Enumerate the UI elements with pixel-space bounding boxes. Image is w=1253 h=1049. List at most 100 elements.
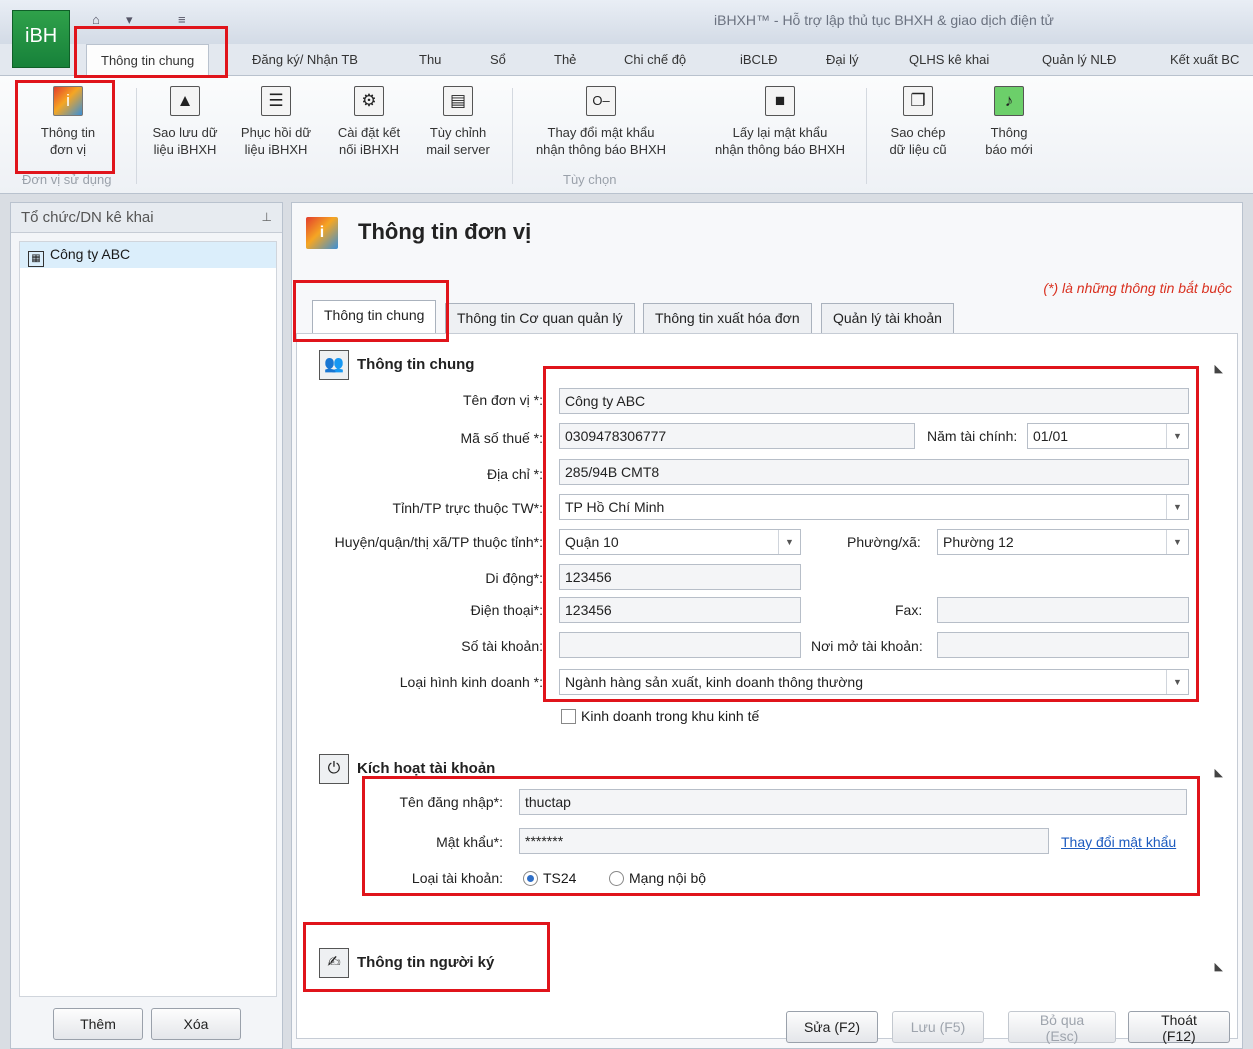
account-type-label: Loại tài khoản: (411, 870, 503, 886)
edit-button[interactable]: Sửa (F2) (786, 1011, 878, 1043)
ribbon-tab-register[interactable]: Đăng ký/ Nhận TB (252, 52, 358, 67)
unit-info-panel: i Thông tin đơn vị (*) là những thông ti… (291, 202, 1243, 1049)
chevron-down-icon: ▼ (1166, 495, 1188, 519)
lock-icon: ■ (765, 86, 795, 116)
account-type-intranet-radio[interactable]: Mạng nội bộ (609, 870, 706, 886)
ribbon-panel: i Thông tin đơn vị ▲ Sao lưu dữ liệu iBH… (0, 76, 1253, 194)
ribbon-tab-ket-xuat[interactable]: Kết xuất BC (1170, 52, 1239, 67)
business-type-select[interactable]: Ngành hàng sản xuất, kinh doanh thông th… (559, 669, 1189, 695)
group-separator (512, 88, 513, 184)
app-logo-button[interactable]: iBH (12, 10, 70, 68)
collapse-icon[interactable]: ◣ (1215, 362, 1223, 375)
ribbon-tab-quan-ly-nld[interactable]: Quản lý NLĐ (1042, 52, 1116, 67)
home-icon[interactable]: ⌂ (92, 12, 100, 27)
restore-data-button[interactable]: ☰ Phục hồi dữ liệu iBHXH (232, 86, 320, 158)
change-password-link[interactable]: Thay đổi mật khẩu (1061, 834, 1176, 850)
mobile-label: Di động*: (485, 570, 543, 586)
business-type-label: Loại hình kinh doanh *: (399, 674, 543, 690)
chevron-down-icon: ▼ (1166, 424, 1188, 448)
phone-input[interactable]: 123456 (559, 597, 801, 623)
ribbon-tab-so[interactable]: Sổ (490, 52, 506, 67)
province-select[interactable]: TP Hồ Chí Minh ▼ (559, 494, 1189, 520)
users-icon: 👥 (319, 350, 349, 380)
restore-icon: ☰ (261, 86, 291, 116)
password-label: Mật khẩu*: (436, 834, 503, 850)
tab-account-management[interactable]: Quản lý tài khoản (821, 303, 954, 333)
unit-info-button[interactable]: i Thông tin đơn vị (22, 86, 114, 158)
new-notification-button[interactable]: ♪ Thông báo mới (970, 86, 1048, 158)
info-icon: i (306, 217, 338, 249)
ward-select[interactable]: Phường 12 ▼ (937, 529, 1189, 555)
ribbon-group-label: Đơn vị sử dụng (22, 172, 112, 187)
username-input[interactable]: thuctap (519, 789, 1187, 815)
ward-label: Phường/xã: (847, 534, 921, 550)
ribbon-tab-qlhs[interactable]: QLHS kê khai (909, 52, 989, 67)
tax-code-input[interactable]: 0309478306777 (559, 423, 915, 449)
mail-server-button[interactable]: ▤ Tùy chỉnh mail server (414, 86, 502, 158)
chevron-down-icon: ▼ (1166, 670, 1188, 694)
tab-management-agency[interactable]: Thông tin Cơ quan quản lý (445, 303, 635, 333)
recover-notify-password-button[interactable]: ■ Lấy lại mật khẩu nhận thông báo BHXH (700, 86, 860, 158)
organization-list: ▦ Công ty ABC (19, 241, 277, 997)
unit-name-label: Tên đơn vị *: (463, 392, 543, 408)
backup-data-button[interactable]: ▲ Sao lưu dữ liệu iBHXH (142, 86, 228, 158)
info-icon: i (53, 86, 83, 116)
section-general-info: 👥 Thông tin chung (319, 350, 474, 380)
ribbon-tab-general[interactable]: Thông tin chung (86, 44, 210, 77)
copy-icon: ❐ (903, 86, 933, 116)
add-button[interactable]: Thêm (53, 1008, 143, 1040)
skip-button[interactable]: Bỏ qua (Esc) (1008, 1011, 1116, 1044)
connection-settings-button[interactable]: ⚙ Cài đặt kết nối iBHXH (326, 86, 412, 158)
delete-button[interactable]: Xóa (151, 1008, 241, 1040)
section-signer-info: ✍ Thông tin người ký (319, 948, 494, 978)
mail-server-icon: ▤ (443, 86, 473, 116)
page-title: Thông tin đơn vị (358, 219, 532, 244)
district-select[interactable]: Quận 10 ▼ (559, 529, 801, 555)
ribbon-group-label: Tùy chọn (563, 172, 617, 187)
save-button[interactable]: Lưu (F5) (892, 1011, 984, 1043)
fax-input[interactable] (937, 597, 1189, 623)
bank-input[interactable] (937, 632, 1189, 658)
collapse-icon[interactable]: ◣ (1215, 766, 1223, 779)
signer-icon: ✍ (319, 948, 349, 978)
phone-label: Điện thoại*: (470, 602, 543, 618)
account-number-input[interactable] (559, 632, 801, 658)
account-number-label: Số tài khoản: (461, 638, 543, 654)
mobile-input[interactable]: 123456 (559, 564, 801, 590)
tax-code-label: Mã số thuế *: (460, 430, 544, 446)
change-notify-password-button[interactable]: O‒ Thay đổi mật khẩu nhận thông báo BHXH (520, 86, 682, 158)
address-label: Địa chỉ *: (486, 466, 543, 482)
tab-general-info[interactable]: Thông tin chung (312, 300, 437, 334)
pin-icon[interactable]: ⊥ (262, 210, 272, 224)
list-item[interactable]: ▦ Công ty ABC (20, 242, 276, 268)
ribbon-tab-chi-che-do[interactable]: Chi chế độ (624, 52, 686, 67)
ribbon-tab-dai-ly[interactable]: Đại lý (826, 52, 859, 67)
fiscal-year-select[interactable]: 01/01 ▼ (1027, 423, 1189, 449)
unit-name-input[interactable]: Công ty ABC (559, 388, 1189, 414)
password-input[interactable]: ******* (519, 828, 1049, 854)
account-type-ts24-radio[interactable]: TS24 (523, 870, 576, 886)
group-separator (136, 88, 137, 184)
fiscal-year-label: Năm tài chính: (927, 428, 1018, 444)
copy-old-data-button[interactable]: ❐ Sao chép dữ liệu cũ (874, 86, 962, 158)
ribbon-tab-the[interactable]: Thẻ (554, 52, 576, 67)
general-info-form: 👥 Thông tin chung ◣ Tên đơn vị *: Công ty… (296, 333, 1238, 1039)
fax-label: Fax: (895, 602, 923, 618)
key-icon: O‒ (586, 86, 616, 116)
district-label: Huyện/quận/thị xã/TP thuộc tỉnh*: (334, 534, 543, 550)
ribbon-tab-thu[interactable]: Thu (419, 52, 441, 67)
chevron-down-icon: ▼ (1166, 530, 1188, 554)
menu-icon[interactable]: ≡ (178, 12, 186, 27)
exit-button[interactable]: Thoát (F12) (1128, 1011, 1230, 1044)
expand-icon[interactable]: ◣ (1215, 960, 1223, 973)
bell-icon: ♪ (994, 86, 1024, 116)
checkbox-box (561, 709, 576, 724)
save-icon[interactable]: ▾ (126, 12, 133, 28)
address-input[interactable]: 285/94B CMT8 (559, 459, 1189, 485)
tab-invoice-info[interactable]: Thông tin xuất hóa đơn (643, 303, 812, 333)
ribbon-tab-ibcld[interactable]: iBCLĐ (740, 52, 778, 67)
section-account-activation: ⏻ Kích hoạt tài khoản (319, 754, 495, 784)
economic-zone-checkbox[interactable]: Kinh doanh trong khu kinh tế (561, 708, 759, 724)
bank-label: Nơi mở tài khoản: (811, 638, 923, 654)
group-separator (866, 88, 867, 184)
